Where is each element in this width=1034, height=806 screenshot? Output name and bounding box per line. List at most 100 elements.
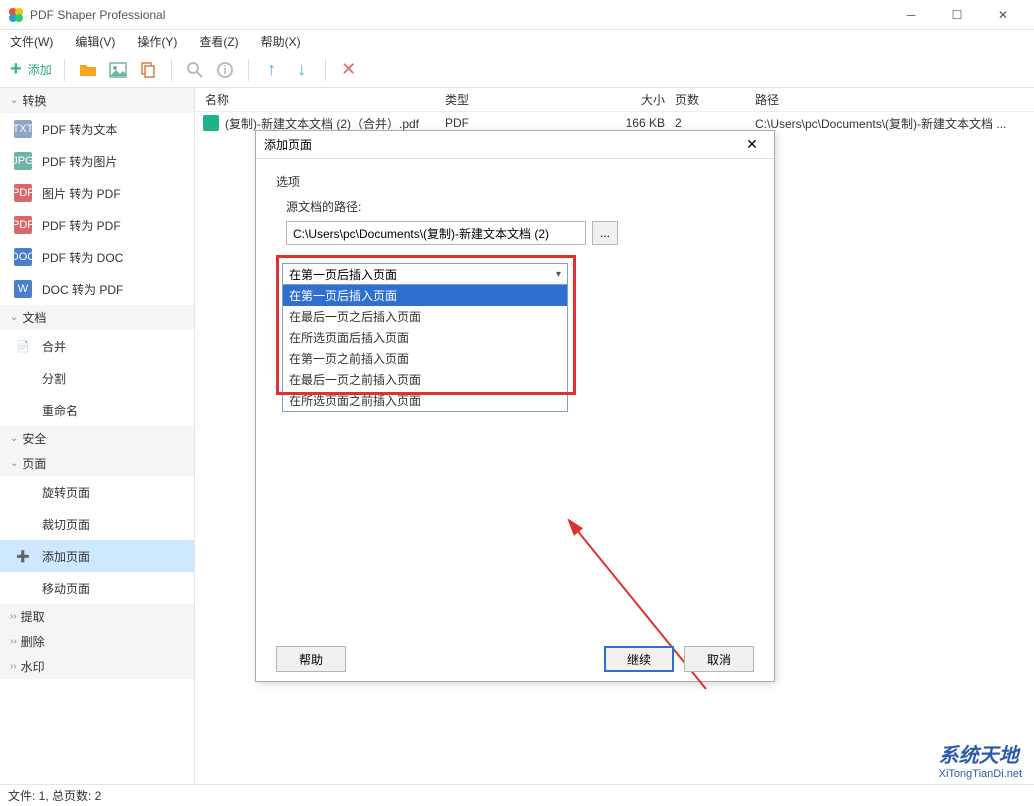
sidebar-item[interactable]: 🏷 重命名	[0, 394, 194, 426]
category-label: 提取	[21, 608, 45, 625]
item-icon: ✂	[14, 369, 32, 387]
svg-text:i: i	[223, 63, 226, 77]
dialog-close-button[interactable]: ✕	[738, 136, 766, 153]
chevron-right-icon: ››	[10, 611, 17, 622]
insert-position-combo[interactable]: 在第一页后插入页面 ▾	[282, 263, 568, 285]
cell-path: C:\Users\pc\Documents\(复制)-新建文本文档 ...	[755, 115, 1034, 132]
item-label: 裁切页面	[42, 516, 90, 533]
folder-icon[interactable]	[77, 59, 99, 81]
sidebar-item[interactable]: ↻ 旋转页面	[0, 476, 194, 508]
category-extract[interactable]: ›› 提取	[0, 604, 194, 629]
menu-action[interactable]: 操作(Y)	[133, 31, 181, 52]
item-label: PDF 转为 DOC	[42, 249, 123, 266]
item-label: PDF 转为文本	[42, 121, 117, 138]
titlebar: PDF Shaper Professional ─ ☐ ✕	[0, 0, 1034, 30]
category-label: 水印	[21, 658, 45, 675]
chevron-down-icon: ⌄	[10, 458, 18, 469]
item-icon: 📄	[14, 337, 32, 355]
sidebar-item[interactable]: 📄 合并	[0, 330, 194, 362]
plus-icon: +	[10, 58, 22, 81]
dropdown-option[interactable]: 在第一页之前插入页面	[283, 348, 567, 369]
category-convert[interactable]: ⌄转换	[0, 88, 194, 113]
down-arrow-icon[interactable]: ↓	[291, 59, 313, 81]
menu-view[interactable]: 查看(Z)	[195, 31, 242, 52]
menubar: 文件(W) 编辑(V) 操作(Y) 查看(Z) 帮助(X)	[0, 30, 1034, 52]
sidebar-item[interactable]: TXTPDF 转为文本	[0, 113, 194, 145]
category-watermark[interactable]: ›› 水印	[0, 654, 194, 679]
col-size[interactable]: 大小	[595, 91, 675, 108]
maximize-button[interactable]: ☐	[934, 0, 980, 30]
sidebar-item[interactable]: ▭裁切页面	[0, 508, 194, 540]
col-path[interactable]: 路径	[755, 91, 1034, 108]
chevron-right-icon: ››	[10, 661, 17, 672]
item-label: DOC 转为 PDF	[42, 281, 123, 298]
continue-button[interactable]: 继续	[604, 646, 674, 672]
path-label: 源文档的路径:	[286, 198, 754, 215]
category-delete[interactable]: ››删除	[0, 629, 194, 654]
separator	[64, 59, 65, 81]
sidebar-item[interactable]: ➕添加页面	[0, 540, 194, 572]
dialog-body: 选项 源文档的路径: ... 在第一页后插入页面 ▾ 在第一页后插入页面在最后一…	[256, 159, 774, 637]
dropdown-option[interactable]: 在第一页后插入页面	[283, 285, 567, 306]
close-button[interactable]: ✕	[980, 0, 1026, 30]
menu-file[interactable]: 文件(W)	[6, 31, 57, 52]
chevron-down-icon: ⌄	[10, 433, 18, 444]
add-button[interactable]: +添加	[10, 58, 52, 81]
item-icon: PDF	[14, 216, 32, 234]
sidebar-item[interactable]: PDF图片 转为 PDF	[0, 177, 194, 209]
item-label: 添加页面	[42, 548, 90, 565]
sidebar-item[interactable]: JPGPDF 转为图片	[0, 145, 194, 177]
item-icon: 🏷	[14, 401, 32, 419]
dropdown-option[interactable]: 在最后一页之后插入页面	[283, 306, 567, 327]
item-label: 旋转页面	[42, 484, 90, 501]
search-icon[interactable]	[184, 59, 206, 81]
category-security[interactable]: ⌄安全	[0, 426, 194, 451]
category-label: 删除	[21, 633, 45, 650]
window-title: PDF Shaper Professional	[30, 8, 888, 22]
pdf-file-icon	[203, 115, 219, 131]
col-pages[interactable]: 页数	[675, 91, 755, 108]
sidebar: ⌄转换 TXTPDF 转为文本JPGPDF 转为图片PDF图片 转为 PDFPD…	[0, 88, 195, 784]
sidebar-item[interactable]: PDFPDF 转为 PDF	[0, 209, 194, 241]
statusbar: 文件: 1, 总页数: 2	[0, 784, 1034, 806]
col-type[interactable]: 类型	[445, 91, 595, 108]
dropdown-option[interactable]: 在最后一页之前插入页面	[283, 369, 567, 390]
dropdown-option[interactable]: 在所选页面后插入页面	[283, 327, 567, 348]
menu-edit[interactable]: 编辑(V)	[71, 31, 119, 52]
status-text: 文件: 1, 总页数: 2	[8, 787, 101, 804]
copy-icon[interactable]	[137, 59, 159, 81]
info-icon[interactable]: i	[214, 59, 236, 81]
sidebar-item[interactable]: WDOC 转为 PDF	[0, 273, 194, 305]
category-document[interactable]: ⌄文档	[0, 305, 194, 330]
item-icon: PDF	[14, 184, 32, 202]
col-name[interactable]: 名称	[195, 91, 445, 108]
options-label: 选项	[276, 173, 754, 190]
minimize-button[interactable]: ─	[888, 0, 934, 30]
separator	[171, 59, 172, 81]
watermark-line1: 系统天地	[939, 739, 1022, 768]
menu-help[interactable]: 帮助(X)	[257, 31, 305, 52]
source-path-input[interactable]	[286, 221, 586, 245]
sidebar-item[interactable]: ✂ 分割	[0, 362, 194, 394]
up-arrow-icon[interactable]: ↑	[261, 59, 283, 81]
cancel-button[interactable]: 取消	[684, 646, 754, 672]
category-page[interactable]: ⌄页面	[0, 451, 194, 476]
help-button[interactable]: 帮助	[276, 646, 346, 672]
item-label: 重命名	[42, 402, 78, 419]
watermark-line2: XiTongTianDi.net	[939, 768, 1022, 780]
item-label: 分割	[42, 370, 66, 387]
delete-icon[interactable]: ✕	[338, 59, 360, 81]
item-label: PDF 转为图片	[42, 153, 117, 170]
chevron-down-icon: ▾	[556, 269, 561, 280]
dropdown-option[interactable]: 在所选页面之前插入页面	[283, 390, 567, 411]
browse-button[interactable]: ...	[592, 221, 618, 245]
item-icon: ↻	[14, 483, 32, 501]
dialog-title: 添加页面	[264, 136, 738, 153]
item-label: 合并	[42, 338, 66, 355]
image-icon[interactable]	[107, 59, 129, 81]
cell-name: (复制)-新建文本文档 (2)（合并）.pdf	[225, 115, 419, 132]
cell-type: PDF	[445, 116, 595, 130]
sidebar-item[interactable]: DOCPDF 转为 DOC	[0, 241, 194, 273]
cell-pages: 2	[675, 116, 755, 130]
sidebar-item[interactable]: ↔移动页面	[0, 572, 194, 604]
